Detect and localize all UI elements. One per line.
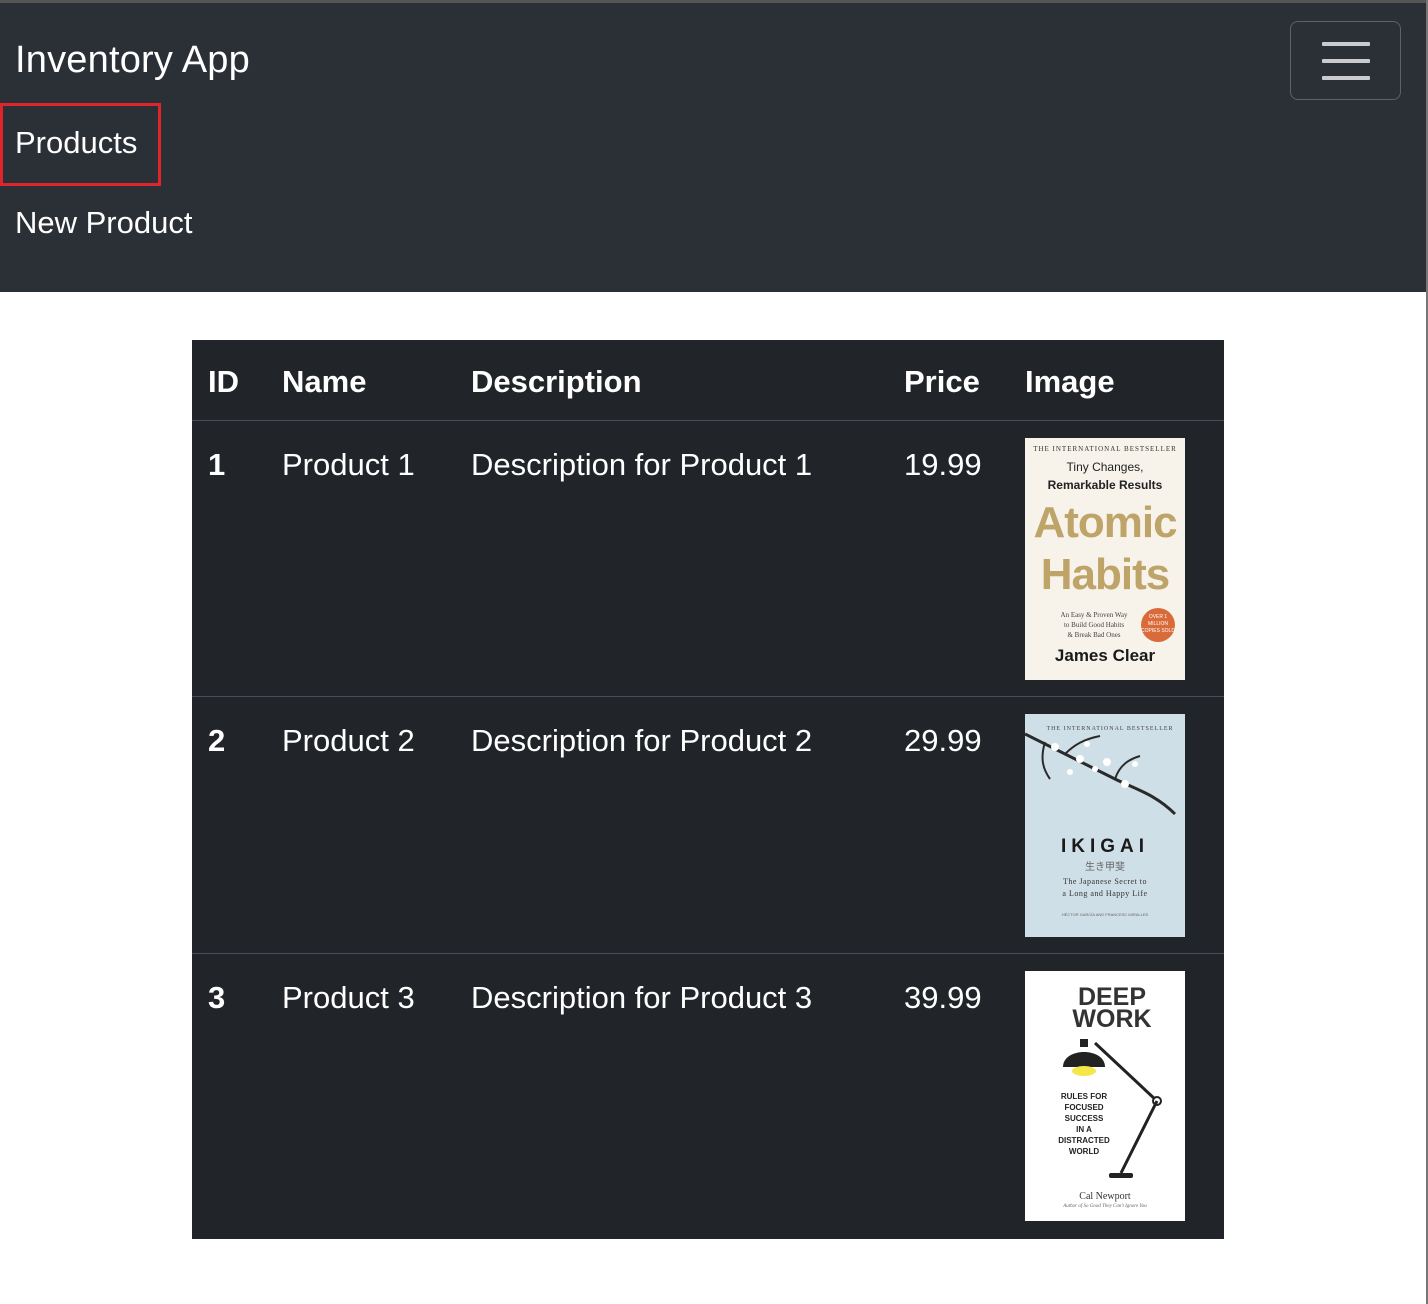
cell-id: 3 — [208, 980, 226, 1015]
cell-price: 29.99 — [904, 723, 982, 758]
cover-subtitle-2: a Long and Happy Life — [1062, 889, 1148, 898]
table-row: 2 Product 2 Description for Product 2 29… — [192, 697, 1224, 954]
cell-name: Product 2 — [282, 723, 415, 758]
header-price: Price — [904, 364, 980, 399]
cover-tagline-1: An Easy & Proven Way — [1060, 611, 1128, 619]
cover-subtitle-2: Remarkable Results — [1047, 478, 1163, 492]
product-image-deep-work: DEEP WORK RULES FOR FOCUSED SUCCESS IN A… — [1025, 971, 1185, 1221]
product-image-atomic-habits: THE INTERNATIONAL BESTSELLER Tiny Change… — [1025, 438, 1185, 680]
cell-name: Product 3 — [282, 980, 415, 1015]
product-image-ikigai: THE INTERNATIONAL BESTSELLER IKIGAI 生き甲斐… — [1025, 714, 1185, 937]
hamburger-icon-bottom — [1322, 76, 1370, 80]
cell-id: 1 — [208, 447, 226, 482]
navbar-toggler-button[interactable] — [1290, 21, 1401, 100]
table-row: 3 Product 3 Description for Product 3 39… — [192, 954, 1224, 1239]
cell-price: 39.99 — [904, 980, 982, 1015]
cover-line-2: FOCUSED — [1064, 1103, 1104, 1112]
cover-title-2: Habits — [1040, 550, 1170, 599]
header-description: Description — [471, 364, 642, 399]
cell-price: 19.99 — [904, 447, 982, 482]
cover-line-1: RULES FOR — [1060, 1092, 1108, 1101]
cover-top-text: THE INTERNATIONAL BESTSELLER — [1046, 726, 1174, 732]
cover-tagline-3: & Break Bad Ones — [1067, 631, 1121, 639]
cover-tagline: An Easy & Proven Way to Build Good Habit… — [1045, 610, 1143, 640]
cover-line-5: DISTRACTED — [1058, 1136, 1110, 1145]
cover-author: James Clear — [1054, 646, 1156, 665]
cover-title: IKIGAI — [1060, 836, 1150, 857]
table-row: 1 Product 1 Description for Product 1 19… — [192, 421, 1224, 697]
header-name: Name — [282, 364, 367, 399]
cover-tagline-2: to Build Good Habits — [1063, 621, 1125, 629]
cell-description: Description for Product 1 — [471, 447, 813, 482]
cover-byline: Author of So Good They Can't Ignore You — [1063, 1204, 1147, 1209]
cover-authors: HÉCTOR GARCÍA AND FRANCESC MIRALLES — [1061, 912, 1149, 917]
cover-line-6: WORLD — [1068, 1147, 1100, 1156]
header-id: ID — [208, 364, 239, 399]
hamburger-icon — [1322, 42, 1370, 46]
nav-link-new-product[interactable]: New Product — [15, 205, 192, 241]
cell-id: 2 — [208, 723, 226, 758]
cover-subtitle-1: Tiny Changes, — [1066, 460, 1144, 474]
navbar: Inventory App Products New Product — [0, 3, 1426, 292]
cover-title-1: Atomic — [1033, 498, 1177, 547]
table-header-row: ID Name Description Price Image — [192, 340, 1224, 421]
header-image: Image — [1025, 364, 1115, 399]
cover-line-3: SUCCESS — [1064, 1114, 1104, 1123]
cover-subtitle-block: RULES FOR FOCUSED SUCCESS IN A DISTRACTE… — [1045, 1091, 1123, 1157]
cover-line-4: IN A — [1076, 1125, 1092, 1134]
cell-name: Product 1 — [282, 447, 415, 482]
cover-badge: OVER 1 MILLION COPIES SOLD — [1141, 608, 1175, 642]
navbar-brand[interactable]: Inventory App — [15, 39, 250, 82]
cell-description: Description for Product 2 — [471, 723, 813, 758]
cover-top-text: THE INTERNATIONAL BESTSELLER — [1033, 445, 1177, 453]
cover-author: Cal Newport — [1079, 1191, 1131, 1202]
hamburger-icon-middle — [1322, 59, 1370, 63]
cover-kanji: 生き甲斐 — [1085, 862, 1125, 873]
cell-description: Description for Product 3 — [471, 980, 813, 1015]
cover-title-2: WORK — [1072, 1005, 1152, 1033]
nav-link-products[interactable]: Products — [15, 125, 137, 161]
cover-subtitle-1: The Japanese Secret to — [1062, 877, 1148, 886]
products-table: ID Name Description Price Image 1 Produc… — [192, 340, 1224, 1239]
